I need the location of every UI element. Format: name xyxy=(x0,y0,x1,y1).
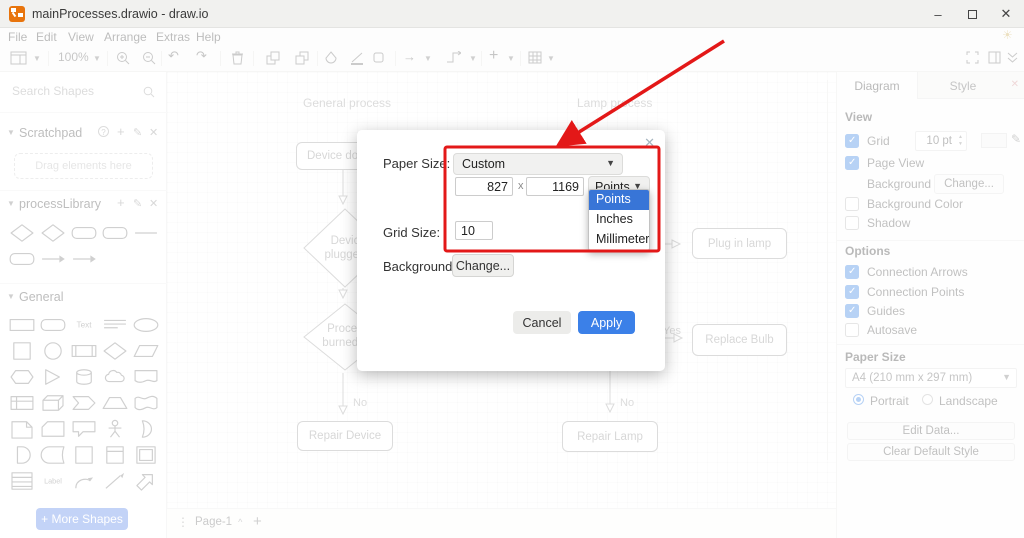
restore-button[interactable] xyxy=(955,0,989,28)
paper-size-select[interactable]: Custom ▼ xyxy=(453,153,623,175)
edge-label-yes: Yes xyxy=(663,325,681,337)
paper-size-label: Paper Size: xyxy=(383,156,450,171)
page2-title: Lamp process xyxy=(577,96,652,110)
background-label: Background: xyxy=(383,259,456,274)
node-plug-in-lamp-label: Plug in lamp xyxy=(708,238,771,250)
window-title: mainProcesses.drawio - draw.io xyxy=(32,7,208,21)
node-plug-in-lamp[interactable]: Plug in lamp xyxy=(692,228,787,259)
unit-option-millimeters[interactable]: Millimeters xyxy=(589,230,649,250)
grid-size-input[interactable] xyxy=(455,221,493,240)
page-setup-dialog: ✕ Paper Size: Custom ▼ x Points ▼ Points… xyxy=(357,130,665,371)
chevron-down-icon: ▼ xyxy=(606,158,615,168)
page1-title: General process xyxy=(303,96,391,110)
paper-size-value: Custom xyxy=(462,157,505,171)
dimension-separator: x xyxy=(518,180,524,192)
dialog-close-icon[interactable]: ✕ xyxy=(644,135,655,151)
node-replace-bulb[interactable]: Replace Bulb xyxy=(692,324,787,356)
cancel-button[interactable]: Cancel xyxy=(513,311,571,334)
node-replace-bulb-label: Replace Bulb xyxy=(705,334,773,346)
unit-dropdown-list: Points Inches Millimeters xyxy=(588,189,650,251)
drawio-logo-icon xyxy=(9,6,25,22)
paper-width-input[interactable] xyxy=(455,177,513,196)
node-repair-device[interactable]: Repair Device xyxy=(297,421,393,451)
grid-size-label: Grid Size: xyxy=(383,225,440,240)
node-repair-lamp-label: Repair Lamp xyxy=(577,431,643,443)
node-repair-device-label: Repair Device xyxy=(309,430,381,442)
apply-button[interactable]: Apply xyxy=(578,311,635,334)
paper-height-input[interactable] xyxy=(526,177,584,196)
title-bar: mainProcesses.drawio - draw.io – ✕ xyxy=(0,0,1024,28)
background-change-button[interactable]: Change... xyxy=(452,254,514,277)
unit-option-inches[interactable]: Inches xyxy=(589,210,649,230)
edge-label-no: No xyxy=(620,397,634,409)
node-repair-lamp[interactable]: Repair Lamp xyxy=(562,421,658,452)
minimize-button[interactable]: – xyxy=(921,0,955,28)
edge-label-no: No xyxy=(353,397,367,409)
drawio-window: mainProcesses.drawio - draw.io – ✕ File … xyxy=(0,0,1024,538)
unit-option-points[interactable]: Points xyxy=(589,190,649,210)
close-button[interactable]: ✕ xyxy=(989,0,1023,28)
